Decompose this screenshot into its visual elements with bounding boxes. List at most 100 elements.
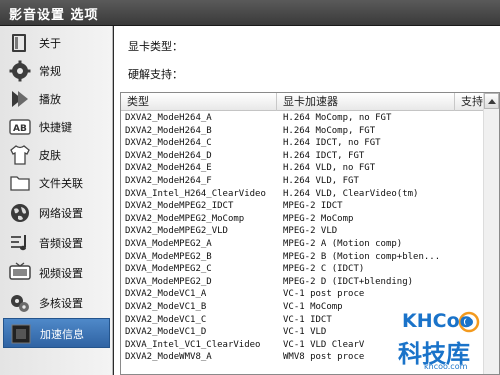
cell-type: DXVA2_ModeVC1_A: [125, 289, 207, 300]
cell-support: [461, 288, 485, 300]
sidebar-item-label: 音频设置: [39, 237, 83, 250]
cell-support: [461, 150, 485, 162]
cell-type: DXVA2_ModeH264_D: [125, 150, 212, 161]
cell-type: DXVA2_ModeMPEG2_MoComp: [125, 213, 245, 224]
cell-accelerator: MPEG-2 D (IDCT+blending): [283, 276, 414, 287]
cell-accelerator: H.264 VLD, FGT: [283, 176, 359, 186]
sidebar-item-general[interactable]: 常规: [3, 57, 110, 84]
table-row[interactable]: DXVA2_ModeH264_B H.264 MoComp, FGT: [121, 125, 485, 137]
cell-type: DXVA2_ModeH264_A: [125, 113, 212, 123]
table-row[interactable]: DXVA2_ModeMPEG2_VLD MPEG-2 VLD: [121, 225, 485, 237]
cell-type: DXVA2_ModeH264_B: [125, 125, 212, 136]
keyboard-icon: AB: [9, 116, 31, 138]
table-row[interactable]: DXVA_ModeMPEG2_B MPEG-2 B (Motion comp+bl…: [121, 251, 485, 263]
cell-support: [461, 225, 485, 237]
sidebar-item-label: 网络设置: [39, 207, 83, 220]
cell-support: [461, 162, 485, 174]
sidebar-item-label: 加速信息: [40, 328, 84, 341]
cell-type: DXVA2_ModeVC1_D: [125, 327, 207, 338]
watermark-domain: khcoo.com: [424, 362, 468, 371]
gear-icon: [9, 60, 31, 82]
cell-accelerator: MPEG-2 MoComp: [283, 213, 354, 224]
title-bar: 影音设置 选项: [0, 0, 500, 26]
sidebar-item-label: 快捷键: [39, 121, 72, 134]
folder-icon: [9, 172, 31, 194]
table-row[interactable]: DXVA2_ModeMPEG2_MoComp MPEG-2 MoComp: [121, 213, 485, 225]
scroll-up-button[interactable]: [484, 93, 499, 109]
cell-type: DXVA2_ModeVC1_C: [125, 314, 207, 325]
cell-type: DXVA_ModeMPEG2_A: [125, 239, 212, 249]
svg-text:AB: AB: [13, 124, 27, 134]
watermark: KHCoo 科技库 khcoo.com: [388, 306, 498, 372]
table-row[interactable]: DXVA2_ModeVC1_A VC-1 post proce: [121, 288, 485, 300]
play-icon: [9, 88, 31, 110]
sidebar-item-label: 皮肤: [39, 149, 61, 162]
cell-type: DXVA_ModeMPEG2_B: [125, 251, 212, 262]
shirt-icon: [9, 144, 31, 166]
sidebar-item-label: 关于: [39, 37, 61, 50]
cell-accelerator: VC-1 post proce: [283, 289, 365, 300]
cell-type: DXVA_Intel_VC1_ClearVideo: [125, 339, 261, 350]
cell-support: [461, 188, 485, 200]
table-row[interactable]: DXVA2_ModeH264_A H.264 MoComp, no FGT: [121, 112, 485, 124]
hw-decode-label: 硬解支持：: [128, 68, 183, 81]
table-row[interactable]: DXVA2_ModeMPEG2_IDCT MPEG-2 IDCT: [121, 200, 485, 212]
cell-support: [461, 263, 485, 275]
column-header-accelerator[interactable]: 显卡加速器: [277, 93, 455, 111]
sidebar-item-skin[interactable]: 皮肤: [3, 141, 110, 168]
cell-support: [461, 175, 485, 187]
cell-support: [461, 238, 485, 250]
sidebar-item-label: 文件关联: [39, 177, 83, 190]
sidebar-item-acceleration[interactable]: 加速信息: [3, 318, 110, 348]
cell-accelerator: H.264 IDCT, no FGT: [283, 138, 381, 149]
table-row[interactable]: DXVA2_ModeH264_C H.264 IDCT, no FGT: [121, 137, 485, 149]
sidebar-item-multicore[interactable]: 多核设置: [3, 289, 110, 316]
column-header-support[interactable]: 支持: [455, 93, 485, 111]
table-row[interactable]: DXVA2_ModeH264_F H.264 VLD, FGT: [121, 175, 485, 187]
cell-accelerator: MPEG-2 C (IDCT): [283, 264, 365, 275]
cell-type: DXVA_Intel_H264_ClearVideo: [125, 188, 266, 199]
window-title: 影音设置 选项: [9, 8, 99, 23]
multicore-gear-icon: [9, 292, 31, 314]
table-row[interactable]: DXVA_ModeMPEG2_D MPEG-2 D (IDCT+blending): [121, 276, 485, 288]
cell-accelerator: H.264 MoComp, FGT: [283, 125, 376, 136]
list-header: 类型 显卡加速器 支持: [121, 93, 485, 111]
sidebar-item-video[interactable]: 视频设置: [3, 259, 110, 286]
column-header-type[interactable]: 类型: [121, 93, 277, 111]
table-row[interactable]: DXVA_Intel_H264_ClearVideo H.264 VLD, Cle…: [121, 188, 485, 200]
cell-type: DXVA2_ModeH264_C: [125, 138, 212, 149]
cell-accelerator: MPEG-2 VLD: [283, 226, 338, 237]
sidebar-item-network[interactable]: 网络设置: [3, 199, 110, 226]
cell-support: [461, 137, 485, 149]
cell-accelerator: H.264 IDCT, FGT: [283, 150, 365, 161]
cell-support: [461, 200, 485, 212]
sidebar-item-file-assoc[interactable]: 文件关联: [3, 169, 110, 196]
sidebar-item-shortcuts[interactable]: AB 快捷键: [3, 113, 110, 140]
cell-type: DXVA2_ModeMPEG2_VLD: [125, 226, 228, 237]
cell-type: DXVA2_ModeWMV8_A: [125, 352, 212, 363]
cell-accelerator: MPEG-2 IDCT: [283, 201, 343, 212]
table-row[interactable]: DXVA2_ModeH264_E H.264 VLD, no FGT: [121, 162, 485, 174]
cell-support: [461, 125, 485, 137]
cell-type: DXVA2_ModeH264_F: [125, 176, 212, 186]
sidebar-item-label: 多核设置: [39, 297, 83, 310]
table-row[interactable]: DXVA_ModeMPEG2_C MPEG-2 C (IDCT): [121, 263, 485, 275]
audio-icon: [9, 232, 31, 254]
cell-accelerator: MPEG-2 B (Motion comp+blen...: [283, 251, 441, 262]
cell-accelerator: H.264 VLD, ClearVideo(tm): [283, 188, 419, 199]
chip-icon: [10, 323, 32, 345]
globe-icon: [9, 202, 31, 224]
tv-icon: [9, 262, 31, 284]
watermark-brand: KHCoo: [402, 310, 473, 332]
sidebar-item-about[interactable]: 关于: [3, 29, 110, 56]
sidebar-item-label: 视频设置: [39, 267, 83, 280]
sidebar: 关于 常规 播放 AB 快捷键 皮肤 文件关联 网络设置 音频设置 视频设置 多…: [0, 26, 113, 375]
cell-type: DXVA_ModeMPEG2_D: [125, 276, 212, 287]
table-row[interactable]: DXVA2_ModeH264_D H.264 IDCT, FGT: [121, 150, 485, 162]
cell-support: [461, 213, 485, 225]
cell-accelerator: MPEG-2 A (Motion comp): [283, 239, 403, 249]
sidebar-item-audio[interactable]: 音频设置: [3, 229, 110, 256]
sidebar-item-playback[interactable]: 播放: [3, 85, 110, 112]
cell-type: DXVA2_ModeH264_E: [125, 163, 212, 174]
table-row[interactable]: DXVA_ModeMPEG2_A MPEG-2 A (Motion comp): [121, 238, 485, 250]
